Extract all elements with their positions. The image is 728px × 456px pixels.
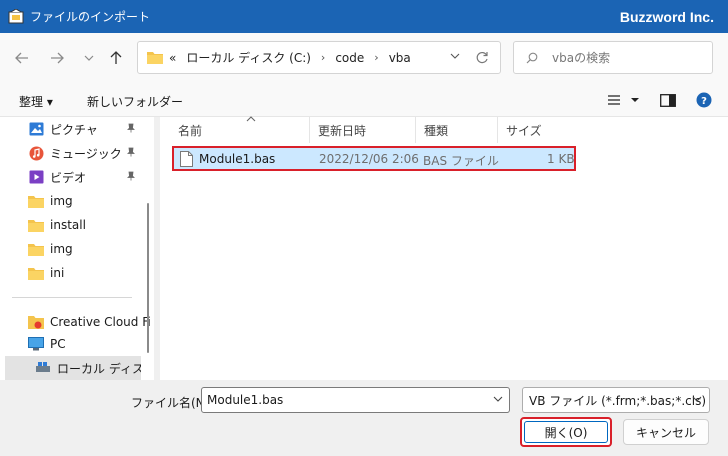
- navigation-bar: « ローカル ディスク (C:) › code › vba vbaの検索: [0, 33, 728, 83]
- sidebar-item-pictures[interactable]: ピクチャ: [0, 117, 150, 141]
- file-modified: 2022/12/06 2:06: [319, 152, 419, 166]
- folder-icon: [28, 265, 44, 281]
- back-arrow-icon[interactable]: [12, 48, 32, 68]
- column-header-modified[interactable]: 更新日時: [310, 117, 416, 143]
- column-header-label: サイズ: [506, 123, 542, 138]
- title-bar: ファイルのインポート Buzzword Inc.: [0, 0, 728, 33]
- sidebar-item-videos[interactable]: ビデオ: [0, 165, 150, 189]
- search-input[interactable]: vbaの検索: [552, 49, 610, 66]
- sidebar-item-creative-cloud[interactable]: Creative Cloud Fil: [0, 310, 150, 334]
- view-list-icon[interactable]: [605, 92, 623, 108]
- sidebar-divider: [12, 297, 132, 298]
- forward-arrow-icon[interactable]: [47, 48, 67, 68]
- sidebar-item-label: img: [50, 194, 73, 208]
- brand-label: Buzzword Inc.: [619, 8, 714, 25]
- filter-chevron-down-icon: [692, 394, 702, 407]
- view-chevron-down-icon[interactable]: [626, 92, 644, 108]
- column-header-name[interactable]: 名前: [170, 114, 310, 143]
- pin-icon: [126, 147, 136, 160]
- column-header-type[interactable]: 種類: [416, 117, 498, 143]
- sidebar-item-ini[interactable]: ini: [0, 261, 150, 285]
- folder-icon: [28, 193, 44, 209]
- folder-icon: [28, 241, 44, 257]
- filename-chevron-down-icon[interactable]: [493, 394, 503, 407]
- breadcrumb-drive[interactable]: ローカル ディスク (C:): [186, 49, 311, 66]
- folder-icon: [28, 217, 44, 233]
- file-list: 名前 更新日時 種類 サイズ Module1.bas 2022/12/06 2:…: [160, 114, 728, 380]
- command-toolbar: 整理 ▾ 新しいフォルダー ?: [0, 83, 728, 117]
- column-header-label: 更新日時: [318, 123, 367, 138]
- dialog-footer: ファイル名(N): Module1.bas VB ファイル (*.frm;*.b…: [0, 380, 728, 456]
- file-size: 1 KB: [547, 152, 575, 166]
- sidebar-item-label: ini: [50, 266, 65, 280]
- column-header-label: 種類: [424, 123, 449, 138]
- pin-icon: [126, 123, 136, 136]
- filename-value: Module1.bas: [207, 393, 284, 407]
- file-row-selected[interactable]: Module1.bas 2022/12/06 2:06 BAS ファイル 1 K…: [172, 146, 576, 171]
- address-overflow[interactable]: «: [169, 51, 176, 65]
- recent-chevron-down-icon[interactable]: [79, 48, 99, 68]
- sidebar-item-label: install: [50, 218, 86, 232]
- help-icon[interactable]: ?: [695, 92, 713, 108]
- file-type: BAS ファイル: [423, 154, 499, 168]
- up-arrow-icon[interactable]: [106, 48, 126, 68]
- sidebar-item-music[interactable]: ミュージック: [0, 141, 150, 165]
- drive-icon: [35, 360, 51, 376]
- column-header-size[interactable]: サイズ: [498, 117, 588, 143]
- pictures-icon: [28, 121, 44, 137]
- breadcrumb-code[interactable]: code: [335, 51, 364, 65]
- navigation-pane: ピクチャ ミュージック ビデオ img install img ini Crea: [0, 117, 154, 380]
- sidebar-item-label: PC: [50, 337, 66, 351]
- new-folder-button[interactable]: 新しいフォルダー: [87, 93, 183, 110]
- sidebar-item-label: img: [50, 242, 73, 256]
- sidebar-item-img[interactable]: img: [0, 189, 150, 213]
- creative-cloud-folder-icon: [28, 314, 44, 330]
- folder-icon: [147, 52, 163, 64]
- organize-menu-button[interactable]: 整理 ▾: [19, 93, 53, 110]
- computer-icon: [28, 336, 44, 352]
- sidebar-item-install[interactable]: install: [0, 213, 150, 237]
- sidebar-item-label: ミュージック: [50, 146, 122, 161]
- sidebar-item-pc[interactable]: PC: [0, 332, 150, 356]
- open-button-label: 開く(O): [524, 421, 608, 443]
- file-icon: [180, 151, 193, 167]
- open-button[interactable]: 開く(O): [520, 417, 612, 447]
- breadcrumb-separator[interactable]: ›: [321, 51, 325, 64]
- sidebar-scrollbar-thumb[interactable]: [147, 203, 149, 353]
- music-icon: [28, 145, 44, 161]
- sidebar-item-label: Creative Cloud Fil: [50, 315, 150, 329]
- breadcrumb-separator[interactable]: ›: [374, 51, 378, 64]
- filename-input[interactable]: Module1.bas: [201, 387, 510, 413]
- file-type-select[interactable]: VB ファイル (*.frm;*.bas;*.cls): [522, 387, 710, 413]
- sort-up-arrow-icon: [246, 114, 256, 125]
- search-icon: [526, 52, 538, 63]
- app-icon: [8, 8, 24, 25]
- pin-icon: [126, 171, 136, 184]
- sidebar-item-label: ローカル ディスク (C: [57, 361, 141, 376]
- breadcrumb-vba[interactable]: vba: [389, 51, 411, 65]
- sidebar-item-img-2[interactable]: img: [0, 237, 150, 261]
- column-header-label: 名前: [178, 123, 203, 138]
- address-bar[interactable]: « ローカル ディスク (C:) › code › vba: [137, 41, 501, 74]
- address-history-chevron-icon[interactable]: [450, 51, 460, 64]
- sidebar-item-label: ビデオ: [50, 170, 87, 185]
- video-icon: [28, 169, 44, 185]
- file-name: Module1.bas: [199, 152, 276, 166]
- refresh-icon[interactable]: [472, 48, 492, 68]
- preview-pane-icon[interactable]: [659, 92, 677, 108]
- sidebar-item-label: ピクチャ: [50, 122, 98, 137]
- svg-text:?: ?: [701, 96, 707, 107]
- window-title: ファイルのインポート: [30, 10, 151, 24]
- cancel-button[interactable]: キャンセル: [623, 419, 709, 445]
- file-type-filter-value: VB ファイル (*.frm;*.bas;*.cls): [529, 393, 707, 408]
- sidebar-item-local-disk[interactable]: ローカル ディスク (C: [5, 356, 141, 380]
- search-box[interactable]: vbaの検索: [513, 41, 713, 74]
